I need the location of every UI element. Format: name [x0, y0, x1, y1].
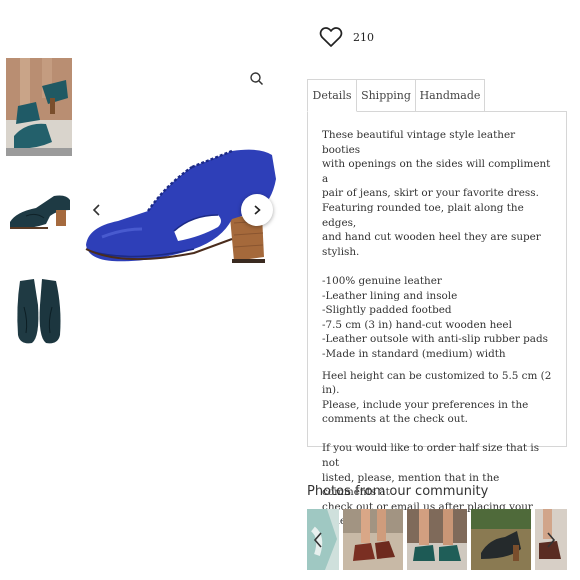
favorite-count: 210 [353, 30, 374, 44]
image-next-button[interactable] [241, 194, 273, 226]
feature-item: -Slightly padded footbed [322, 304, 452, 317]
size-note-line: If you would like to order half size tha… [322, 442, 540, 470]
community-photo[interactable] [343, 509, 403, 570]
heel-note-line: Please, include your preferences in the [322, 398, 529, 411]
community-photo[interactable] [471, 509, 531, 570]
community-prev-button[interactable] [310, 528, 326, 552]
intro-line: pair of jeans, skirt or your favorite dr… [322, 187, 539, 200]
heel-note-line: comments at the check out. [322, 413, 468, 426]
thumbnail-1[interactable] [6, 58, 72, 156]
favorite-section: 210 [319, 25, 374, 49]
chevron-right-icon [254, 205, 261, 215]
chevron-right-icon [547, 532, 556, 548]
product-tabs: Details Shipping Handmade [307, 79, 485, 112]
tab-handmade[interactable]: Handmade [416, 79, 485, 112]
intro-line: stylish. [322, 245, 360, 258]
thumbnail-2[interactable] [6, 186, 72, 238]
community-next-button[interactable] [543, 528, 559, 552]
intro-line: and hand cut wooden heel they are super [322, 231, 541, 244]
feature-item: -Leather outsole with anti-slip rubber p… [322, 333, 548, 346]
tab-shipping[interactable]: Shipping [357, 79, 416, 112]
tab-details[interactable]: Details [307, 79, 357, 112]
heel-note-line: Heel height can be customized to 5.5 cm … [322, 369, 552, 397]
community-photo-strip [307, 509, 567, 570]
details-description: These beautiful vintage style leather bo… [322, 128, 554, 529]
intro-line: Featuring rounded toe, plait along the e… [322, 201, 524, 229]
community-title: Photos from our community [307, 484, 489, 499]
feature-item: -Made in standard (medium) width [322, 347, 506, 360]
feature-item: -100% genuine leather [322, 274, 442, 287]
thumbnail-3[interactable] [6, 277, 72, 347]
intro-line: with openings on the sides will complime… [322, 158, 551, 185]
zoom-icon[interactable] [248, 70, 266, 88]
intro-line: These beautiful vintage style leather bo… [322, 129, 516, 156]
heart-outline-icon[interactable] [319, 26, 343, 48]
feature-item: -7.5 cm (3 in) hand-cut wooden heel [322, 318, 512, 331]
community-photo[interactable] [407, 509, 467, 570]
feature-item: -Leather lining and insole [322, 289, 458, 302]
details-panel: These beautiful vintage style leather bo… [307, 111, 567, 527]
chevron-left-icon [313, 532, 322, 548]
